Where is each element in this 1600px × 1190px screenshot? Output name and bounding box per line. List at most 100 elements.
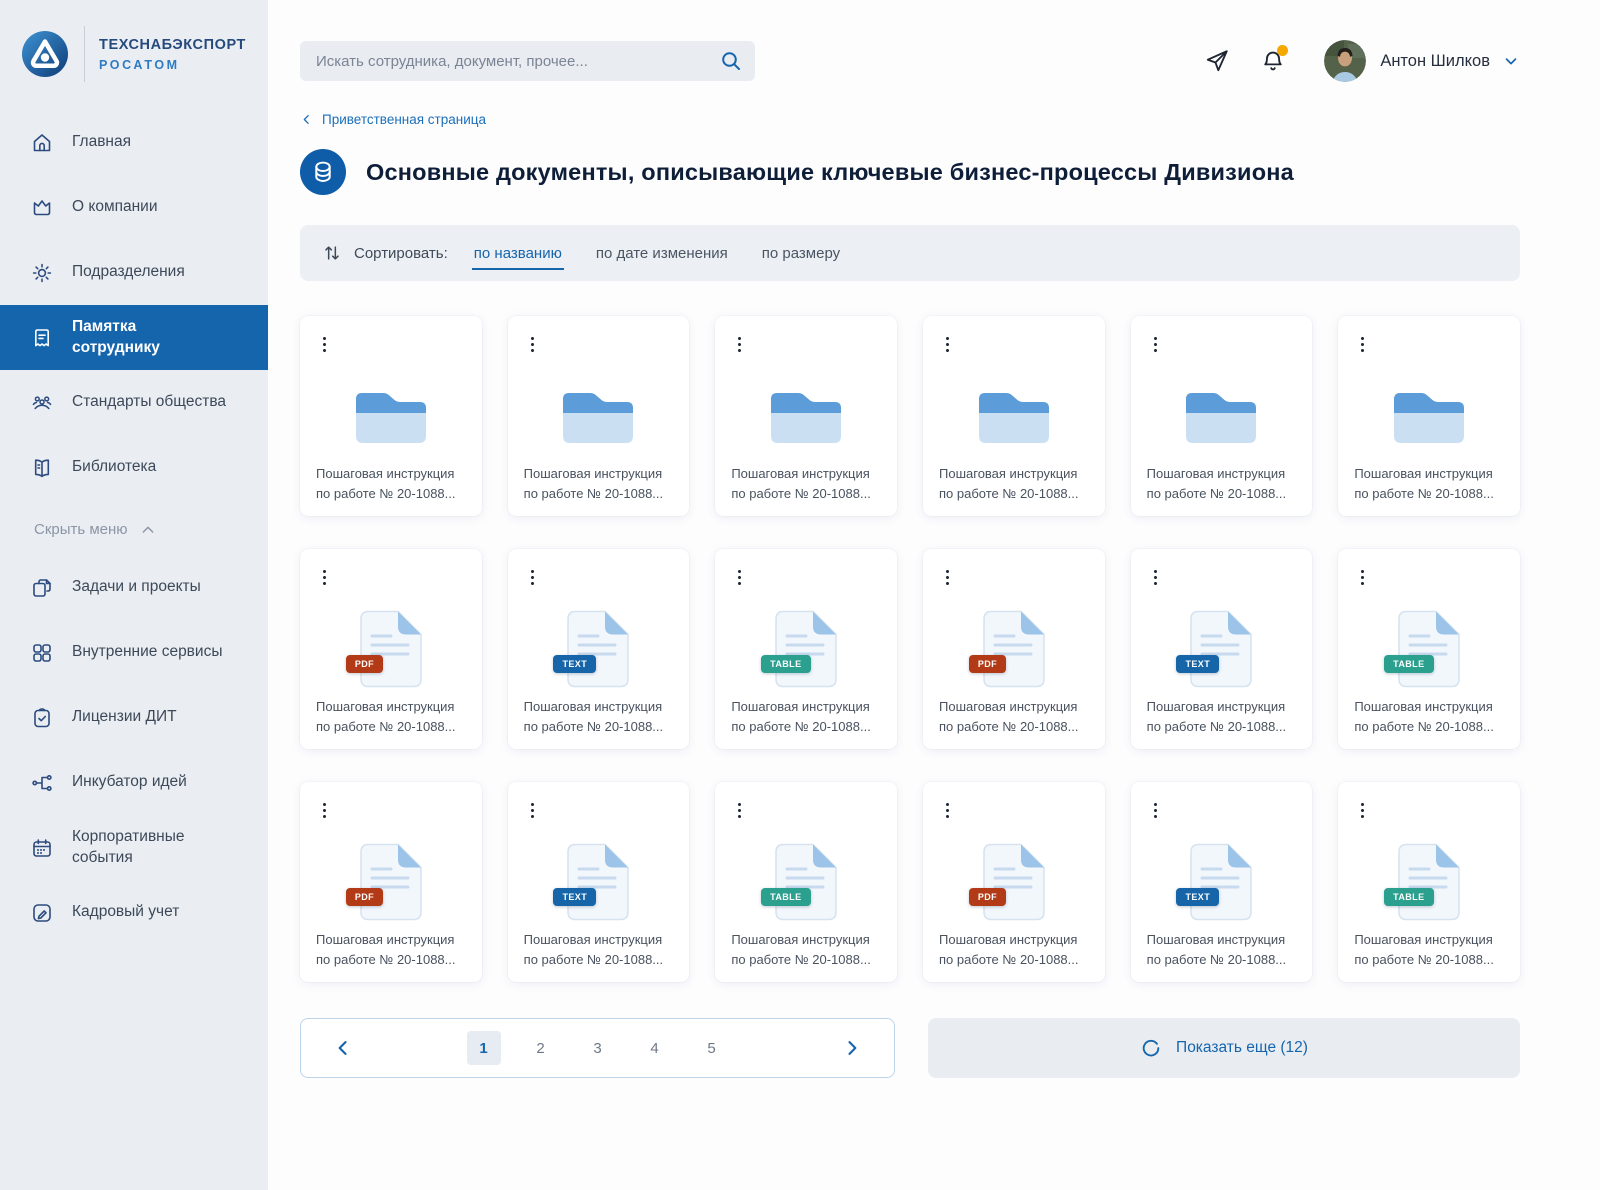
sidebar-item-standards[interactable]: Стандарты общества bbox=[0, 370, 268, 435]
search-icon[interactable] bbox=[719, 49, 743, 73]
kebab-menu-button[interactable] bbox=[1356, 565, 1369, 590]
kebab-menu-button[interactable] bbox=[526, 332, 539, 357]
kebab-menu-button[interactable] bbox=[1149, 332, 1162, 357]
home-icon bbox=[30, 131, 54, 155]
sidebar-item-departments[interactable]: Подразделения bbox=[0, 240, 268, 305]
document-icon: PDF bbox=[300, 607, 482, 691]
card-title: Пошаговая инструкция по работе № 20-1088… bbox=[939, 697, 1081, 737]
folder-card[interactable]: Пошаговая инструкция по работе № 20-1088… bbox=[300, 316, 482, 516]
card-title: Пошаговая инструкция по работе № 20-1088… bbox=[1354, 697, 1496, 737]
file-type-badge: TABLE bbox=[761, 888, 810, 906]
kebab-menu-button[interactable] bbox=[526, 798, 539, 823]
user-name[interactable]: Антон Шилков bbox=[1380, 52, 1490, 71]
sidebar-item-dit-licenses[interactable]: Лицензии ДИТ bbox=[0, 685, 268, 750]
document-card[interactable]: PDF Пошаговая инструкция по работе № 20-… bbox=[923, 782, 1105, 982]
document-card[interactable]: TEXT Пошаговая инструкция по работе № 20… bbox=[1131, 549, 1313, 749]
document-card[interactable]: PDF Пошаговая инструкция по работе № 20-… bbox=[923, 549, 1105, 749]
card-title: Пошаговая инструкция по работе № 20-1088… bbox=[524, 464, 666, 504]
sort-option[interactable]: по размеру bbox=[760, 237, 842, 270]
sidebar-item-idea-incubator[interactable]: Инкубатор идей bbox=[0, 750, 268, 815]
sidebar-item-tasks[interactable]: Задачи и проекты bbox=[0, 555, 268, 620]
kebab-menu-button[interactable] bbox=[1356, 798, 1369, 823]
chevron-right-icon bbox=[842, 1038, 862, 1058]
file-type-badge: PDF bbox=[346, 888, 383, 906]
rosatom-logo-icon bbox=[20, 29, 70, 79]
folder-card[interactable]: Пошаговая инструкция по работе № 20-1088… bbox=[923, 316, 1105, 516]
document-card[interactable]: TEXT Пошаговая инструкция по работе № 20… bbox=[508, 782, 690, 982]
document-icon: PDF bbox=[300, 840, 482, 924]
sort-option[interactable]: по дате изменения bbox=[594, 237, 730, 270]
kebab-menu-button[interactable] bbox=[733, 565, 746, 590]
sort-arrows-icon bbox=[322, 243, 342, 263]
next-page-button[interactable] bbox=[836, 1032, 868, 1064]
sidebar-item-label: Задачи и проекты bbox=[72, 577, 201, 598]
sidebar-item-library[interactable]: Библиотека bbox=[0, 435, 268, 500]
sidebar-secondary-nav: Задачи и проекты Внутренние сервисы Лице… bbox=[0, 555, 268, 945]
show-more-button[interactable]: Показать еще (12) bbox=[928, 1018, 1520, 1078]
sidebar: ТЕХСНАБЭКСПОРТ РОСАТОМ Главная О компани… bbox=[0, 0, 268, 1190]
kebab-menu-button[interactable] bbox=[733, 332, 746, 357]
document-card[interactable]: TEXT Пошаговая инструкция по работе № 20… bbox=[1131, 782, 1313, 982]
page-number[interactable]: 3 bbox=[581, 1031, 615, 1065]
document-card[interactable]: PDF Пошаговая инструкция по работе № 20-… bbox=[300, 549, 482, 749]
edit-icon bbox=[30, 901, 54, 925]
sidebar-item-corporate-events[interactable]: Корпоративные события bbox=[0, 815, 268, 880]
sidebar-item-internal-services[interactable]: Внутренние сервисы bbox=[0, 620, 268, 685]
folder-card[interactable]: Пошаговая инструкция по работе № 20-1088… bbox=[1338, 316, 1520, 516]
kebab-menu-button[interactable] bbox=[318, 565, 331, 590]
calendar-icon bbox=[30, 836, 54, 860]
document-icon: PDF bbox=[923, 840, 1105, 924]
sidebar-item-label: Внутренние сервисы bbox=[72, 642, 222, 663]
folder-card[interactable]: Пошаговая инструкция по работе № 20-1088… bbox=[508, 316, 690, 516]
brand-logo[interactable]: ТЕХСНАБЭКСПОРТ РОСАТОМ bbox=[0, 0, 268, 82]
file-type-badge: PDF bbox=[969, 655, 1006, 673]
sidebar-item-company[interactable]: О компании bbox=[0, 175, 268, 240]
kebab-menu-button[interactable] bbox=[941, 565, 954, 590]
document-icon: TABLE bbox=[715, 607, 897, 691]
breadcrumb[interactable]: Приветственная страница bbox=[300, 112, 486, 127]
hide-menu-button[interactable]: Скрыть меню bbox=[28, 520, 162, 539]
card-title: Пошаговая инструкция по работе № 20-1088… bbox=[731, 930, 873, 970]
page-number[interactable]: 5 bbox=[695, 1031, 729, 1065]
sidebar-item-label: Памятка сотруднику bbox=[72, 317, 228, 359]
kebab-menu-button[interactable] bbox=[1149, 798, 1162, 823]
brand-parent: РОСАТОМ bbox=[99, 58, 246, 72]
kebab-menu-button[interactable] bbox=[318, 332, 331, 357]
document-card[interactable]: TABLE Пошаговая инструкция по работе № 2… bbox=[715, 782, 897, 982]
kebab-menu-button[interactable] bbox=[1356, 332, 1369, 357]
document-icon: TABLE bbox=[715, 840, 897, 924]
search-input[interactable] bbox=[300, 41, 755, 81]
send-button[interactable] bbox=[1204, 48, 1230, 74]
sidebar-item-hr-records[interactable]: Кадровый учет bbox=[0, 880, 268, 945]
document-card[interactable]: TABLE Пошаговая инструкция по работе № 2… bbox=[1338, 782, 1520, 982]
sidebar-item-label: Лицензии ДИТ bbox=[72, 707, 177, 728]
card-title: Пошаговая инструкция по работе № 20-1088… bbox=[731, 697, 873, 737]
kebab-menu-button[interactable] bbox=[1149, 565, 1162, 590]
sidebar-item-home[interactable]: Главная bbox=[0, 110, 268, 175]
page-number[interactable]: 1 bbox=[467, 1031, 501, 1065]
document-card[interactable]: PDF Пошаговая инструкция по работе № 20-… bbox=[300, 782, 482, 982]
document-card[interactable]: TABLE Пошаговая инструкция по работе № 2… bbox=[715, 549, 897, 749]
folder-card[interactable]: Пошаговая инструкция по работе № 20-1088… bbox=[715, 316, 897, 516]
folder-card[interactable]: Пошаговая инструкция по работе № 20-1088… bbox=[1131, 316, 1313, 516]
prev-page-button[interactable] bbox=[327, 1032, 359, 1064]
kebab-menu-button[interactable] bbox=[941, 332, 954, 357]
page-number[interactable]: 2 bbox=[524, 1031, 558, 1065]
sort-option[interactable]: по названию bbox=[472, 237, 564, 270]
chevron-down-icon[interactable] bbox=[1502, 52, 1520, 70]
card-title: Пошаговая инструкция по работе № 20-1088… bbox=[316, 464, 458, 504]
sort-label: Сортировать: bbox=[354, 245, 448, 262]
avatar[interactable] bbox=[1324, 40, 1366, 82]
document-card[interactable]: TABLE Пошаговая инструкция по работе № 2… bbox=[1338, 549, 1520, 749]
page-number[interactable]: 4 bbox=[638, 1031, 672, 1065]
kebab-menu-button[interactable] bbox=[733, 798, 746, 823]
chevron-up-icon bbox=[140, 522, 156, 538]
sidebar-item-label: Корпоративные события bbox=[72, 827, 228, 869]
kebab-menu-button[interactable] bbox=[318, 798, 331, 823]
document-icon: TEXT bbox=[1131, 840, 1313, 924]
kebab-menu-button[interactable] bbox=[941, 798, 954, 823]
document-card[interactable]: TEXT Пошаговая инструкция по работе № 20… bbox=[508, 549, 690, 749]
kebab-menu-button[interactable] bbox=[526, 565, 539, 590]
notifications-button[interactable] bbox=[1260, 48, 1286, 74]
sidebar-item-employee-memo[interactable]: Памятка сотруднику bbox=[0, 305, 268, 370]
